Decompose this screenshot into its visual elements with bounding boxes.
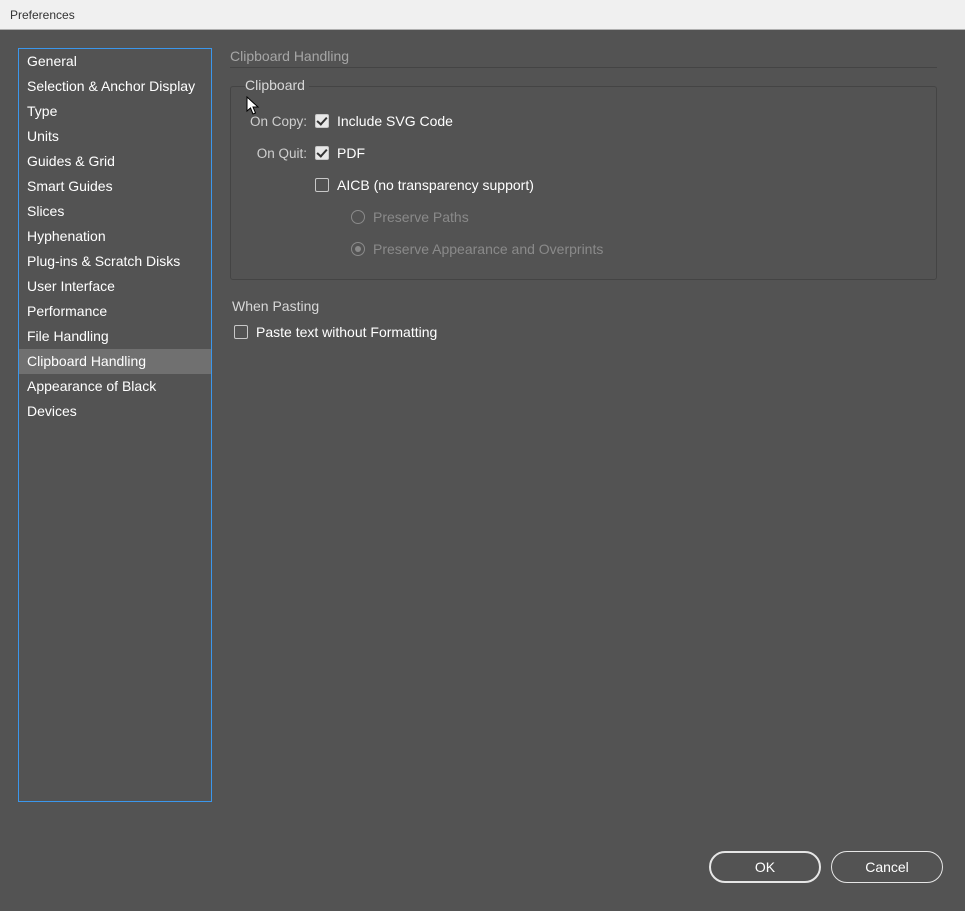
sidebar-item-appearance-black[interactable]: Appearance of Black [19, 374, 211, 399]
clipboard-fieldset: Clipboard On Copy: Include SVG Code On Q… [230, 86, 937, 280]
aicb-label: AICB (no transparency support) [337, 177, 534, 193]
sidebar-item-general[interactable]: General [19, 49, 211, 74]
aicb-checkbox[interactable] [315, 178, 329, 192]
dialog-footer: OK Cancel [709, 851, 943, 883]
sidebar-item-clipboard-handling[interactable]: Clipboard Handling [19, 349, 211, 374]
sidebar-item-plugins-scratch[interactable]: Plug-ins & Scratch Disks [19, 249, 211, 274]
dialog-body: General Selection & Anchor Display Type … [0, 30, 965, 911]
content-area: General Selection & Anchor Display Type … [0, 30, 965, 821]
preserve-appearance-row: Preserve Appearance and Overprints [351, 235, 922, 263]
sidebar-item-slices[interactable]: Slices [19, 199, 211, 224]
include-svg-label: Include SVG Code [337, 113, 453, 129]
preserve-paths-radio [351, 210, 365, 224]
pdf-checkbox[interactable] [315, 146, 329, 160]
preserve-appearance-label: Preserve Appearance and Overprints [373, 241, 603, 257]
preserve-paths-row: Preserve Paths [351, 203, 922, 231]
on-quit-row-aicb: AICB (no transparency support) [245, 171, 922, 199]
sidebar-item-smart-guides[interactable]: Smart Guides [19, 174, 211, 199]
paste-without-formatting-label: Paste text without Formatting [256, 324, 437, 340]
panel-title: Clipboard Handling [230, 48, 937, 64]
ok-button-label: OK [755, 859, 775, 875]
preferences-sidebar: General Selection & Anchor Display Type … [18, 48, 212, 802]
cancel-button[interactable]: Cancel [831, 851, 943, 883]
main-panel: Clipboard Handling Clipboard On Copy: In… [230, 48, 947, 803]
sidebar-item-type[interactable]: Type [19, 99, 211, 124]
when-pasting-section: When Pasting Paste text without Formatti… [230, 298, 937, 340]
cancel-button-label: Cancel [865, 859, 909, 875]
sidebar-item-performance[interactable]: Performance [19, 299, 211, 324]
include-svg-checkbox[interactable] [315, 114, 329, 128]
paste-without-formatting-checkbox[interactable] [234, 325, 248, 339]
preserve-appearance-radio [351, 242, 365, 256]
preserve-paths-label: Preserve Paths [373, 209, 469, 225]
ok-button[interactable]: OK [709, 851, 821, 883]
sidebar-item-devices[interactable]: Devices [19, 399, 211, 424]
sidebar-item-guides-grid[interactable]: Guides & Grid [19, 149, 211, 174]
when-pasting-header: When Pasting [230, 298, 937, 314]
on-quit-row-pdf: On Quit: PDF [245, 139, 922, 167]
sidebar-item-hyphenation[interactable]: Hyphenation [19, 224, 211, 249]
pdf-label: PDF [337, 145, 365, 161]
sidebar-item-units[interactable]: Units [19, 124, 211, 149]
title-underline [230, 67, 937, 68]
titlebar: Preferences [0, 0, 965, 30]
sidebar-item-selection-anchor[interactable]: Selection & Anchor Display [19, 74, 211, 99]
paste-without-formatting-row: Paste text without Formatting [230, 324, 937, 340]
window-title: Preferences [10, 8, 75, 22]
clipboard-legend: Clipboard [245, 77, 309, 93]
on-quit-label: On Quit: [245, 146, 315, 161]
sidebar-item-file-handling[interactable]: File Handling [19, 324, 211, 349]
sidebar-item-user-interface[interactable]: User Interface [19, 274, 211, 299]
on-copy-row: On Copy: Include SVG Code [245, 107, 922, 135]
on-copy-label: On Copy: [245, 114, 315, 129]
